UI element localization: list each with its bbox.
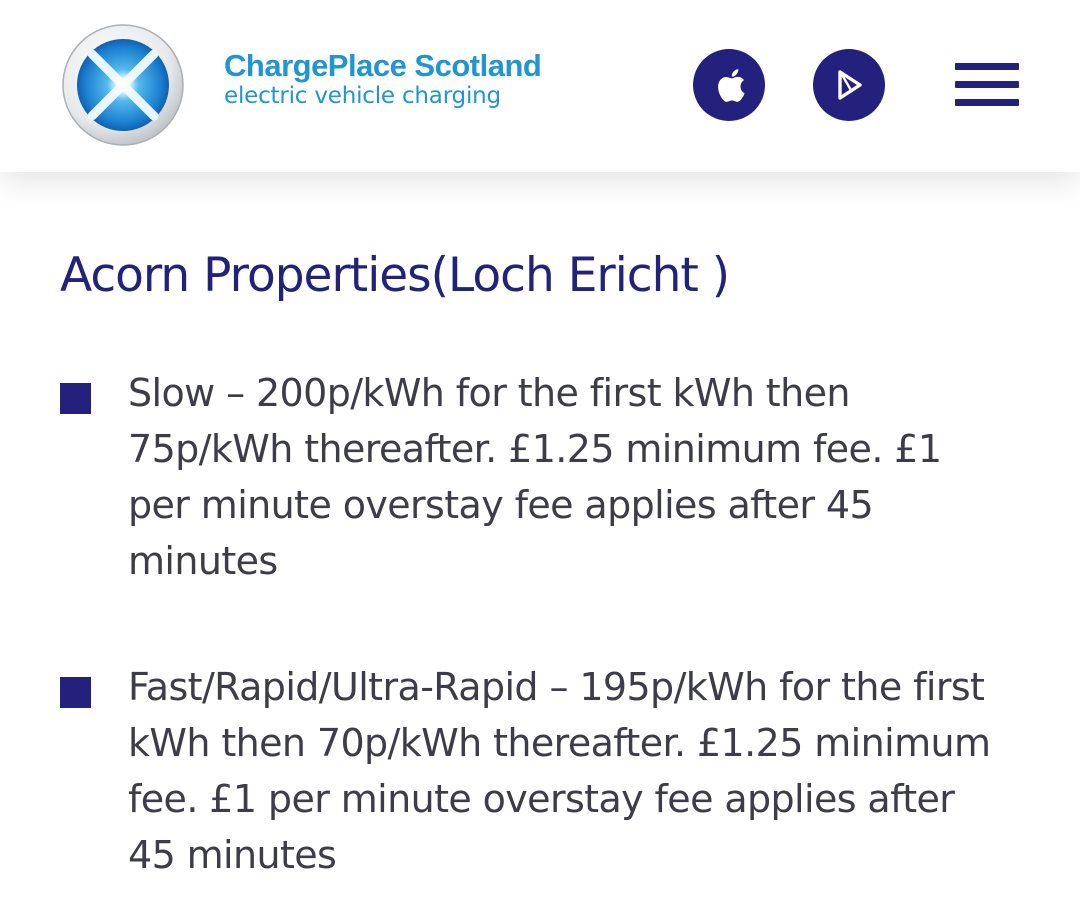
page-title: Acorn Properties(Loch Ericht )	[60, 248, 730, 303]
tariff-text: Slow – 200p/kWh for the first kWh then 7…	[128, 371, 942, 583]
play-store-button[interactable]	[813, 49, 885, 121]
brand-name: ChargePlace Scotland	[224, 48, 542, 83]
play-icon	[838, 70, 862, 100]
hamburger-menu-icon[interactable]	[955, 63, 1019, 107]
menu-bar	[955, 99, 1019, 106]
brand-tagline: electric vehicle charging	[224, 83, 501, 109]
chargeplace-logo-icon[interactable]	[60, 22, 186, 148]
site-header: ChargePlace Scotland electric vehicle ch…	[0, 0, 1080, 172]
bullet-square	[60, 383, 91, 414]
tariff-text: Fast/Rapid/Ultra-Rapid – 195p/kWh for th…	[128, 665, 991, 877]
menu-bar	[955, 81, 1019, 88]
menu-bar	[955, 63, 1019, 70]
brand-wordmark[interactable]: ChargePlace Scotland electric vehicle ch…	[224, 48, 542, 110]
bullet-square	[60, 677, 91, 708]
apple-icon	[718, 69, 745, 102]
app-store-button[interactable]	[693, 49, 765, 121]
